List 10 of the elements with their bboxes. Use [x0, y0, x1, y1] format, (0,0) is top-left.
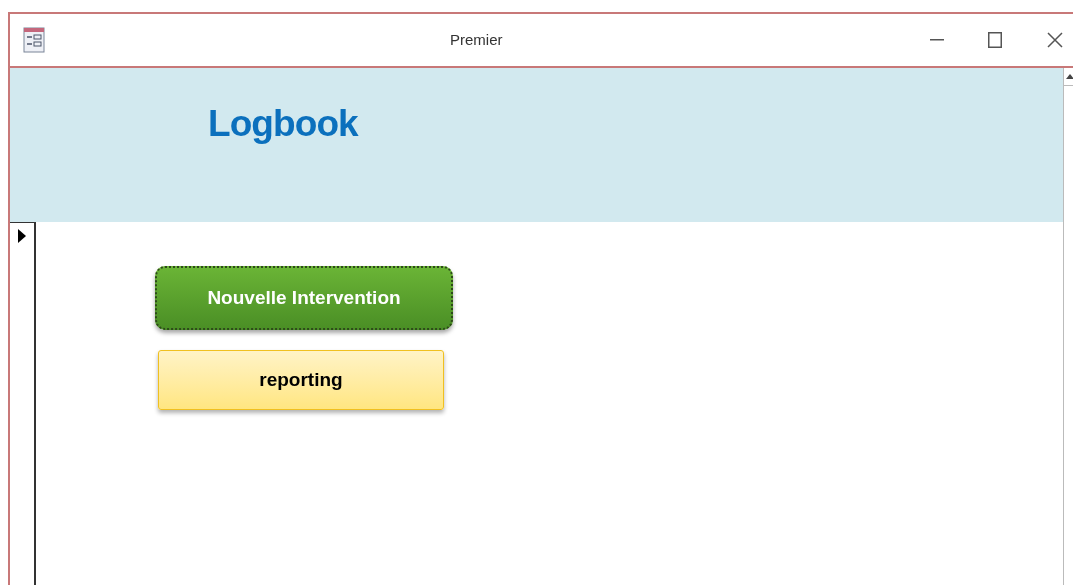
form-button[interactable]: reporting — [158, 350, 444, 410]
form-icon — [23, 27, 45, 53]
current-record-icon — [18, 229, 26, 243]
window-title: Premier — [450, 29, 503, 50]
vertical-scrollbar[interactable] — [1063, 68, 1073, 585]
form-title: Logbook — [208, 103, 358, 144]
maximize-icon — [988, 32, 1002, 48]
minimize-icon — [930, 39, 944, 41]
close-icon — [1047, 32, 1063, 48]
record-selector[interactable] — [10, 222, 36, 585]
